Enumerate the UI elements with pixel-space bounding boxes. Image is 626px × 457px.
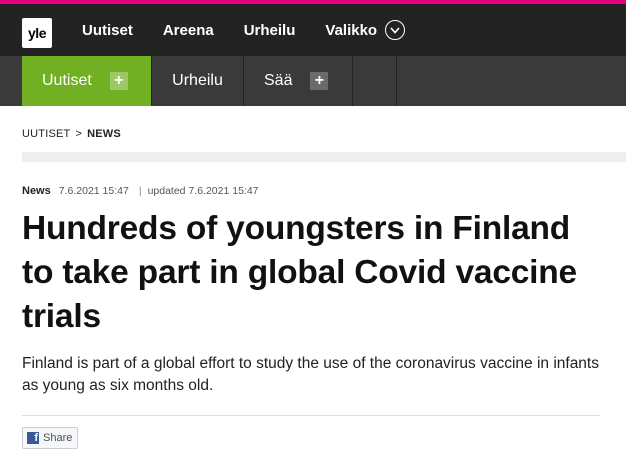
valikko-label: Valikko	[325, 21, 378, 39]
subnav-item-uutiset[interactable]: Uutiset +	[22, 56, 152, 106]
article-category[interactable]: News	[22, 185, 51, 197]
article-published-time: 7.6.2021 15:47	[58, 185, 129, 197]
article-lead: Finland is part of a global effort to st…	[22, 355, 599, 394]
main-nav: Uutiset Areena Urheilu Valikko	[82, 4, 435, 56]
subnav-spacer	[0, 56, 22, 106]
ad-placeholder-bar	[22, 152, 626, 162]
breadcrumb-root-link[interactable]: UUTISET	[22, 128, 70, 140]
meta-divider: |	[138, 185, 142, 197]
article-updated-time: updated 7.6.2021 15:47	[147, 185, 259, 197]
plus-icon[interactable]: +	[310, 72, 329, 90]
plus-icon[interactable]: +	[109, 72, 128, 90]
yle-logo[interactable]: yle	[22, 18, 52, 48]
share-label: Share	[43, 432, 73, 444]
subnav-urheilu-label: Urheilu	[172, 72, 223, 89]
article-content: UUTISET > NEWS News 7.6.2021 15:47 | upd…	[0, 128, 626, 449]
subnav-empty-slot	[353, 56, 397, 106]
facebook-icon: f	[27, 432, 39, 444]
nav-item-uutiset[interactable]: Uutiset	[82, 22, 133, 39]
content-divider	[22, 415, 600, 416]
subnav-item-saa[interactable]: Sää +	[244, 56, 353, 106]
nav-item-areena[interactable]: Areena	[163, 22, 214, 39]
top-navigation-bar: yle Uutiset Areena Urheilu Valikko	[0, 4, 626, 56]
section-nav: Uutiset + Urheilu Sää +	[0, 56, 626, 106]
subnav-item-urheilu[interactable]: Urheilu	[152, 56, 244, 106]
subnav-uutiset-label: Uutiset	[42, 72, 92, 89]
subnav-saa-label: Sää	[264, 72, 293, 89]
article-title: Hundreds of youngsters in Finland to tak…	[22, 210, 577, 335]
nav-item-urheilu[interactable]: Urheilu	[244, 22, 296, 39]
breadcrumb-separator: >	[75, 128, 83, 140]
chevron-down-icon	[385, 20, 406, 40]
breadcrumb: UUTISET > NEWS	[22, 128, 602, 140]
nav-item-valikko[interactable]: Valikko	[325, 20, 406, 40]
article-meta: News 7.6.2021 15:47 | updated 7.6.2021 1…	[22, 185, 602, 197]
facebook-share-button[interactable]: f Share	[22, 427, 79, 449]
breadcrumb-current[interactable]: NEWS	[87, 128, 121, 140]
